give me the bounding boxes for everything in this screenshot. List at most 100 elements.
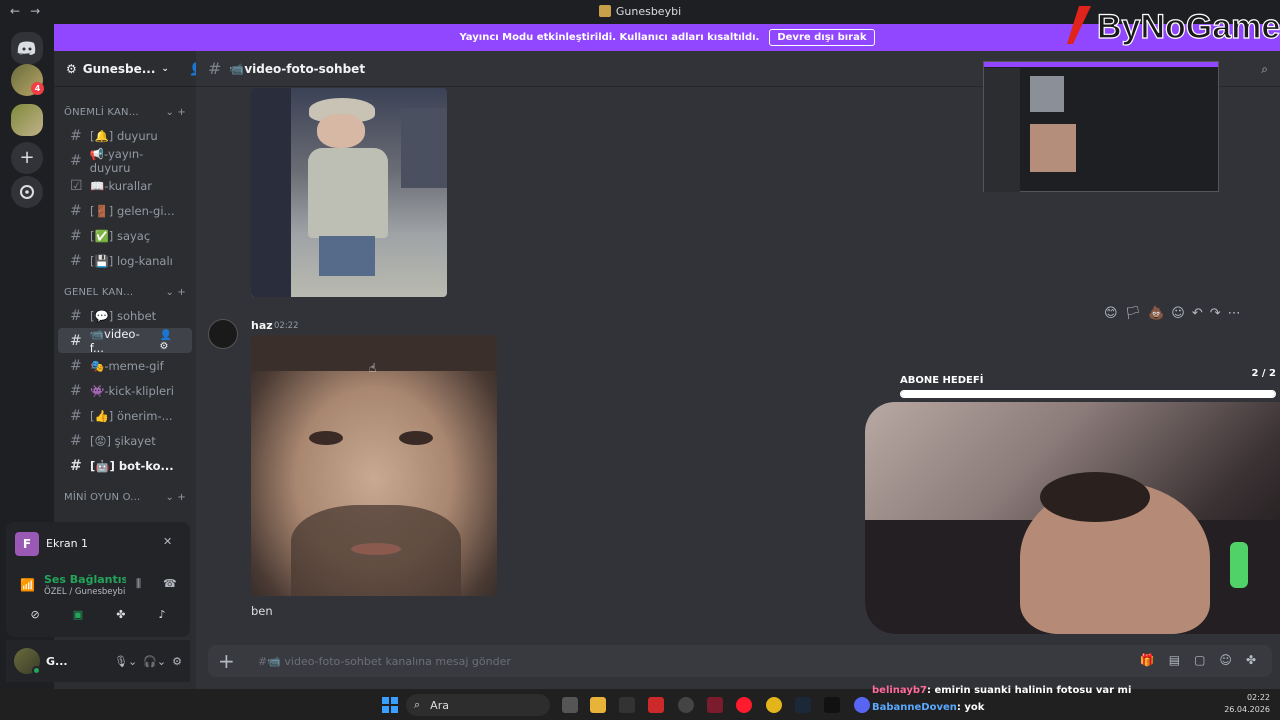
add-channel-icon[interactable]: ⌄ + — [165, 492, 186, 503]
emoji-reaction-icon[interactable]: 😊 — [1104, 306, 1118, 321]
headphones-icon[interactable]: 🎧⌄ — [143, 655, 166, 668]
category-label: ÖNEMLİ KAN... — [64, 106, 139, 118]
add-channel-icon[interactable]: ⌄ + — [165, 107, 186, 118]
hair-shape — [1040, 472, 1150, 522]
tiktok-icon[interactable] — [824, 697, 840, 713]
emoji-icon[interactable]: ☺ — [1219, 653, 1232, 667]
gear-icon[interactable]: ⚙ — [172, 655, 182, 668]
rainbow-flag-icon[interactable]: 🏳 — [1125, 306, 1142, 321]
chevron-down-icon: ⌄ — [161, 63, 169, 74]
apps-icon[interactable]: ✤ — [1246, 653, 1256, 667]
subscriber-goal: ABONE HEDEFİ 2 / 2 — [900, 368, 1278, 402]
forward-icon[interactable]: ↷ — [1210, 306, 1221, 321]
bynogame-logo: ByNoGame — [1065, 0, 1280, 48]
steam-icon[interactable] — [795, 697, 811, 713]
message-timestamp: 02:22 — [274, 321, 299, 331]
channel-sikayet[interactable]: # [😡] şikayet — [58, 428, 192, 453]
chat-text: : yok — [956, 702, 985, 713]
poop-icon[interactable]: 💩 — [1148, 306, 1164, 321]
microphone-icon[interactable]: 🎙⌄ — [114, 655, 137, 668]
stream-chat-overlay: belinayb7: emirin suanki halinin fotosu … — [872, 682, 1131, 716]
username[interactable]: G... — [46, 655, 80, 668]
mention-badge: 4 — [31, 82, 44, 95]
avatar[interactable] — [208, 319, 238, 349]
channel-duyuru[interactable]: # [🔔] duyuru — [58, 123, 192, 148]
channel-sayac[interactable]: # [✅] sayaç — [58, 223, 192, 248]
voice-panel: F Ekran 1 ✕ 📶 Ses Bağlantısı K ÖZEL / Gu… — [6, 522, 190, 637]
capcut-icon[interactable] — [619, 697, 635, 713]
noise-suppression-icon[interactable]: ⫼ — [136, 577, 141, 591]
hash-icon: # — [70, 432, 82, 449]
task-view-icon[interactable] — [562, 697, 578, 713]
server-avatar-2[interactable] — [11, 104, 43, 136]
channel-video-foto-sohbet[interactable]: # 📹video-f... 👤⚙ — [58, 327, 192, 355]
screen-share-icon[interactable]: ▣ — [73, 608, 83, 630]
stream-preview — [983, 61, 1219, 192]
category-mini-game[interactable]: MİNİ OYUN O... ⌄ + — [54, 486, 196, 508]
attachment-image-1[interactable] — [251, 88, 447, 297]
channel-meme-gif[interactable]: # 🎭-meme-gif — [58, 353, 192, 378]
camera-off-icon[interactable]: ⊘ — [31, 608, 40, 630]
activities-icon[interactable]: ✤ — [116, 608, 125, 630]
discord-home-icon[interactable] — [11, 32, 43, 64]
message-text: ben — [251, 604, 273, 618]
channel-yayin-duyuru[interactable]: # 📢-yayın-duyuru — [58, 147, 192, 175]
add-channel-icon[interactable]: ⌄ + — [165, 287, 186, 298]
server-header[interactable]: ⚙ Gunesbe... ⌄ 👤 — [54, 51, 204, 87]
add-server-icon[interactable]: + — [11, 142, 43, 174]
coin-app-icon[interactable] — [766, 697, 782, 713]
windows-start-icon[interactable] — [382, 697, 398, 713]
chat-username: belinayb7 — [872, 685, 927, 696]
goal-label: ABONE HEDEFİ — [900, 375, 984, 386]
settings-icon[interactable]: 👤⚙ — [159, 330, 180, 352]
message-author[interactable]: haz — [251, 319, 273, 332]
more-icon[interactable]: ⋯ — [1228, 306, 1241, 321]
channel-kick-klipleri[interactable]: # 👾-kick-klipleri — [58, 378, 192, 403]
search-icon: ⌕ — [414, 698, 421, 711]
hash-icon: # — [70, 307, 82, 324]
close-screen-icon[interactable]: ✕ — [163, 535, 172, 548]
channel-bot-komut[interactable]: # [🤖] bot-ko... — [58, 453, 192, 478]
window-title-text: Gunesbeybi — [615, 5, 682, 18]
discover-icon[interactable] — [11, 176, 43, 208]
taskbar-search[interactable]: ⌕ Ara — [406, 694, 550, 716]
valorant-icon[interactable] — [707, 697, 723, 713]
sticker-icon[interactable]: ▢ — [1194, 653, 1205, 667]
gift-icon[interactable]: 🎁 — [1140, 653, 1155, 667]
goal-progress-fill — [901, 391, 1275, 397]
hash-icon: # — [70, 407, 82, 424]
channel-onerim[interactable]: # [👍] önerim-... — [58, 403, 192, 428]
category-important[interactable]: ÖNEMLİ KAN... ⌄ + — [54, 101, 196, 123]
channel-title: 📹video-foto-sohbet — [229, 61, 366, 76]
voice-connection-status[interactable]: Ses Bağlantısı K — [44, 573, 126, 586]
disconnect-icon[interactable]: ☎ — [163, 577, 177, 590]
add-reaction-icon[interactable]: ☺ — [1171, 306, 1185, 321]
channel-log-kanali[interactable]: # [💾] log-kanalı — [58, 248, 192, 273]
screen-share-label: Ekran 1 — [46, 537, 89, 550]
channel-gelen-giden[interactable]: # [🚪] gelen-gi... — [58, 198, 192, 223]
file-explorer-icon[interactable] — [590, 697, 606, 713]
add-attachment-icon[interactable]: + — [218, 649, 235, 673]
gif-icon[interactable]: ▤ — [1169, 653, 1180, 667]
channel-kurallar[interactable]: ☑ 📖-kurallar — [58, 173, 192, 198]
online-status — [32, 666, 41, 675]
soundboard-icon[interactable]: ♪ — [158, 608, 165, 630]
channel-sohbet[interactable]: # [💬] sohbet — [58, 303, 192, 328]
disable-streamer-mode-button[interactable]: Devre dışı bırak — [769, 29, 875, 46]
clock-date: 26.04.2026 — [1224, 705, 1270, 714]
search-icon[interactable]: ⌕ — [1261, 62, 1268, 77]
opera-icon[interactable] — [736, 697, 752, 713]
voice-location[interactable]: ÖZEL / Gunesbeybi — [44, 587, 125, 597]
attachment-image-2[interactable]: ☝ — [251, 335, 497, 596]
message-composer[interactable]: + #📹 video-foto-sohbet kanalına mesaj gö… — [208, 645, 1272, 677]
category-general[interactable]: GENEL KAN... ⌄ + — [54, 281, 196, 303]
face-shape — [317, 114, 365, 148]
channel-label: [😡] şikayet — [90, 433, 156, 448]
goal-progress-track — [900, 390, 1276, 398]
system-clock[interactable]: 02:22 26.04.2026 — [1222, 692, 1270, 716]
obs-icon[interactable] — [678, 697, 694, 713]
tf-app-icon[interactable] — [648, 697, 664, 713]
avatar[interactable] — [14, 648, 41, 675]
reply-icon[interactable]: ↶ — [1192, 306, 1203, 321]
discord-taskbar-icon[interactable] — [854, 697, 870, 713]
